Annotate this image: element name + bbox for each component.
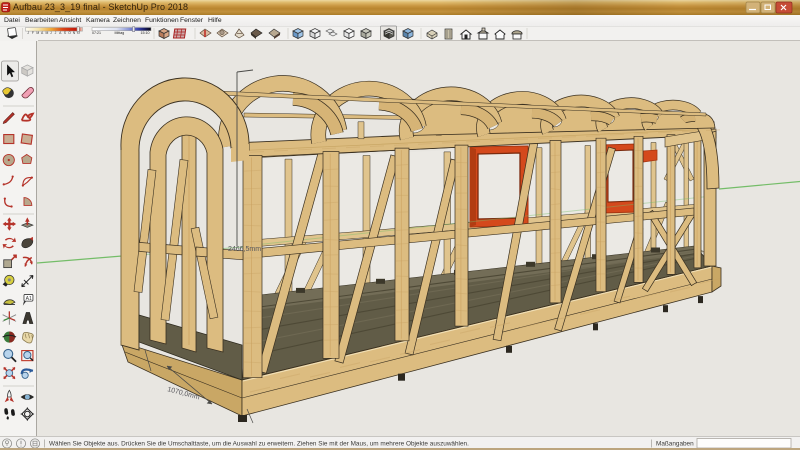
- svg-text:N: N: [73, 31, 76, 35]
- svg-text:A1: A1: [26, 296, 32, 302]
- svg-text:A: A: [41, 31, 44, 35]
- svg-text:07:21: 07:21: [92, 31, 101, 35]
- svg-text:F: F: [32, 31, 34, 35]
- svg-text:S: S: [64, 31, 67, 35]
- svg-text:O: O: [68, 31, 71, 35]
- svg-text:J: J: [27, 31, 29, 35]
- svg-text:A: A: [59, 31, 62, 35]
- svg-text:M: M: [36, 31, 39, 35]
- svg-text:Wählen Sie Objekte aus. Drücke: Wählen Sie Objekte aus. Drücken Sie die …: [49, 441, 469, 448]
- svg-text:2466,5mm: 2466,5mm: [228, 246, 261, 253]
- svg-text:M: M: [46, 31, 49, 35]
- svg-text:Mittag: Mittag: [115, 31, 125, 35]
- svg-text:15:10: 15:10: [141, 31, 150, 35]
- svg-text:D: D: [77, 31, 80, 35]
- svg-text:Maßangaben: Maßangaben: [656, 441, 694, 448]
- svg-text:J: J: [55, 31, 57, 35]
- svg-text:J: J: [50, 31, 52, 35]
